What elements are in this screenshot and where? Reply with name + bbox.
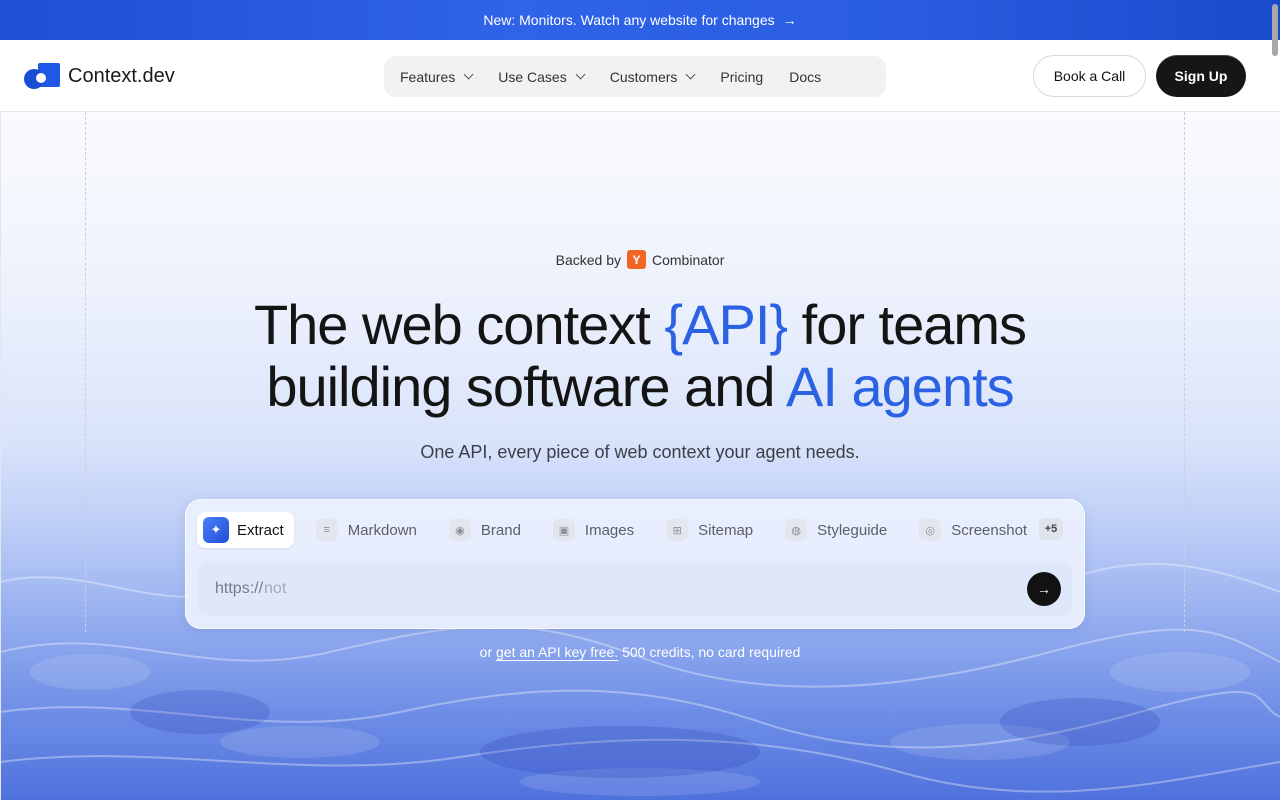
- tool-tabs: ✦ Extract ≡ Markdown ◉ Brand ▣ Images ⊞ …: [197, 512, 1053, 548]
- camera-icon: ◎: [919, 519, 942, 541]
- logo[interactable]: Context.dev: [24, 63, 175, 89]
- tab-label: Styleguide: [817, 521, 888, 539]
- submit-button[interactable]: →: [1027, 572, 1061, 606]
- chevron-down-icon: [575, 69, 586, 80]
- headline-accent-agents: AI agents: [786, 355, 1015, 418]
- announcement-text[interactable]: New: Monitors. Watch any website for cha…: [483, 12, 774, 28]
- headline-accent-api: {API}: [664, 293, 788, 356]
- headline-part: building software and: [266, 355, 787, 418]
- api-key-cta: or get an API key free. 500 credits, no …: [0, 644, 1280, 660]
- tab-label: Screenshot: [951, 521, 1028, 539]
- nav-item-docs[interactable]: Docs: [789, 69, 821, 85]
- cta-suffix: 500 credits, no card required: [618, 644, 801, 660]
- tab-screenshot[interactable]: ◎ Screenshot: [913, 512, 1037, 548]
- image-icon: ▣: [552, 519, 575, 541]
- nav-label: Docs: [789, 68, 822, 85]
- announcement-bar[interactable]: New: Monitors. Watch any website for cha…: [0, 0, 1280, 40]
- chevron-down-icon: [463, 69, 474, 80]
- brand-icon: ◉: [448, 519, 471, 541]
- api-tool-panel: ✦ Extract ≡ Markdown ◉ Brand ▣ Images ⊞ …: [185, 499, 1085, 629]
- scrollbar[interactable]: [1270, 0, 1280, 800]
- nav-item-pricing[interactable]: Pricing: [720, 69, 763, 85]
- nav-item-customers[interactable]: Customers: [609, 68, 696, 85]
- nav-label: Use Cases: [498, 68, 567, 85]
- hero-subtitle: One API, every piece of web context your…: [420, 442, 860, 462]
- palette-icon: ◍: [785, 519, 808, 541]
- sparkle-icon: ✦: [203, 517, 229, 543]
- yc-logo-icon: Y: [627, 250, 646, 269]
- tab-markdown[interactable]: ≡ Markdown: [310, 512, 427, 548]
- tab-extract[interactable]: ✦ Extract: [197, 512, 294, 548]
- nav-item-features[interactable]: Features: [400, 68, 474, 85]
- tab-label: Markdown: [347, 521, 417, 539]
- url-field[interactable]: https:// →: [198, 561, 1072, 616]
- scrollbar-thumb[interactable]: [1272, 4, 1278, 56]
- backed-by-suffix: Combinator: [652, 251, 725, 268]
- backed-by-badge: Backed by Y Combinator: [0, 250, 1280, 269]
- map-icon: ⊞: [666, 519, 689, 541]
- arrow-right-icon: →: [1037, 581, 1051, 597]
- tab-images[interactable]: ▣ Images: [547, 512, 644, 548]
- sign-up-button[interactable]: Sign Up: [1156, 55, 1246, 97]
- more-tabs-button[interactable]: +5: [1039, 518, 1063, 540]
- headline-part: for teams: [787, 293, 1027, 356]
- backed-by-prefix: Backed by: [555, 251, 621, 268]
- hero-section: Backed by Y Combinator The web context {…: [0, 112, 1280, 800]
- nav-label: Customers: [609, 68, 678, 85]
- tab-styleguide[interactable]: ◍ Styleguide: [779, 512, 897, 548]
- nav-label: Pricing: [720, 68, 764, 85]
- cta-prefix: or: [479, 644, 497, 660]
- tab-brand[interactable]: ◉ Brand: [443, 512, 531, 548]
- book-call-button[interactable]: Book a Call: [1033, 55, 1146, 97]
- tab-label: Sitemap: [698, 521, 754, 539]
- text-lines-icon: ≡: [315, 519, 338, 541]
- url-prefix: https://: [215, 579, 264, 597]
- logo-text: Context.dev: [68, 64, 175, 87]
- tab-label: Extract: [237, 521, 284, 539]
- logo-icon: [24, 63, 60, 89]
- tab-label: Brand: [480, 521, 521, 539]
- chevron-down-icon: [685, 69, 696, 80]
- hero-headline: The web context {API} for teams building…: [0, 294, 1280, 418]
- nav-item-use-cases[interactable]: Use Cases: [498, 68, 586, 85]
- site-header: Context.dev Features Use Cases Customers…: [0, 40, 1280, 112]
- tab-sitemap[interactable]: ⊞ Sitemap: [660, 512, 763, 548]
- headline-part: The web context: [253, 293, 665, 356]
- nav-label: Features: [400, 68, 456, 85]
- arrow-right-icon: →: [782, 12, 797, 28]
- get-api-key-link[interactable]: get an API key free.: [496, 644, 618, 660]
- url-input[interactable]: [263, 579, 964, 598]
- main-nav: Features Use Cases Customers Pricing Doc…: [384, 56, 886, 97]
- tab-label: Images: [584, 521, 635, 539]
